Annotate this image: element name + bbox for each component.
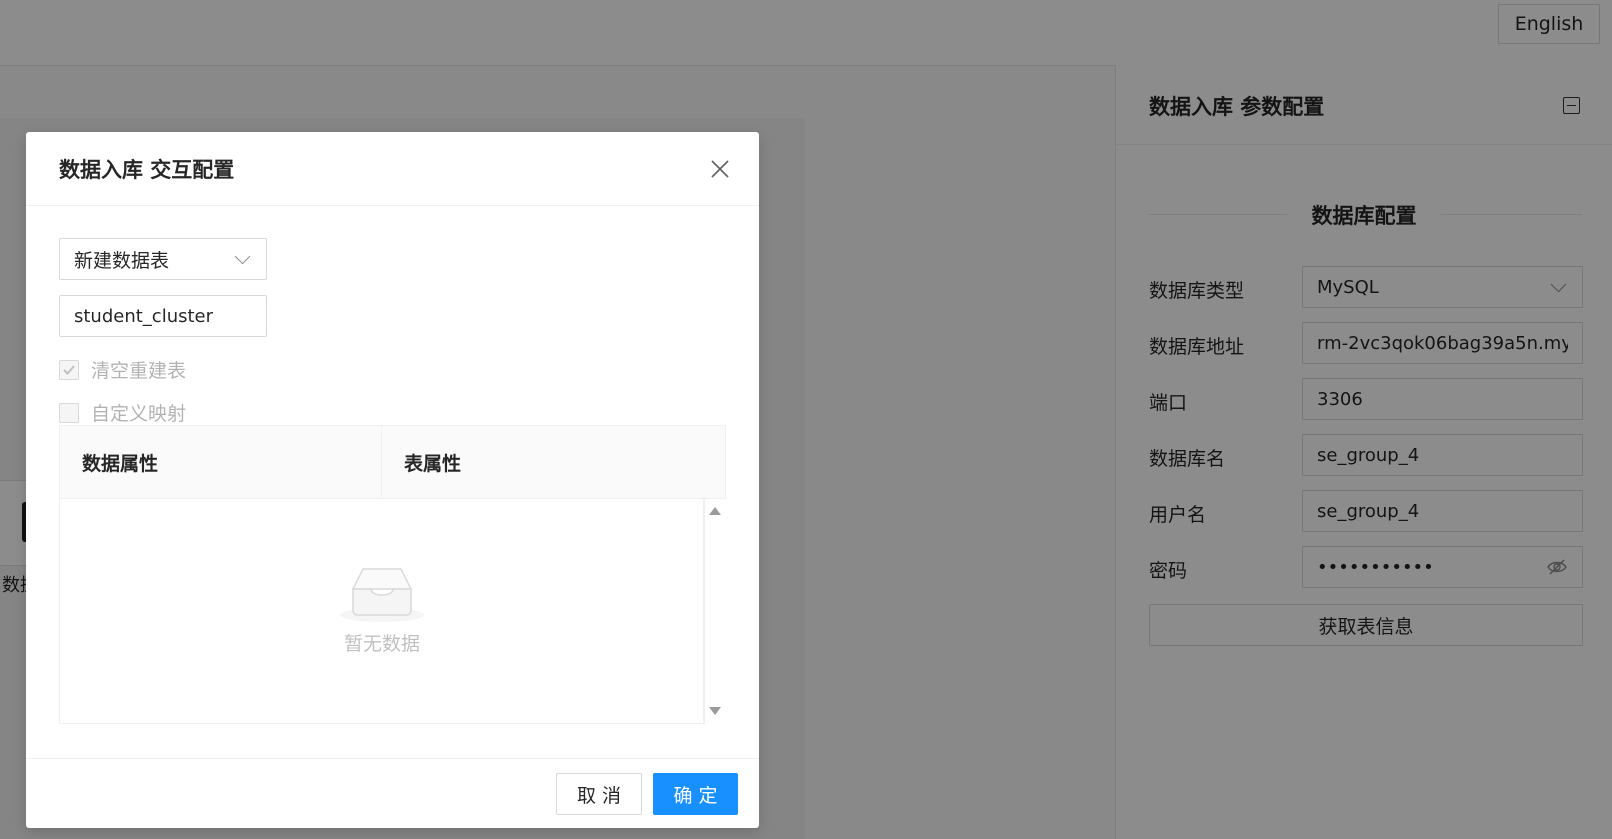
clear-rebuild-checkbox[interactable] [59,359,79,380]
custom-mapping-label: 自定义映射 [91,403,187,425]
table-scrollbar[interactable] [704,499,726,724]
ok-button[interactable]: 确 定 [653,773,738,815]
scroll-down-arrow-icon[interactable] [709,707,721,715]
column-header-table-attr: 表属性 [404,453,462,475]
table-name-value: student_cluster [74,305,214,327]
custom-mapping-checkbox[interactable] [59,402,79,423]
empty-state-text: 暂无数据 [343,633,420,655]
column-separator [381,425,382,499]
cancel-button[interactable]: 取 消 [556,773,642,815]
scroll-up-arrow-icon[interactable] [709,507,721,515]
table-mode-value: 新建数据表 [74,249,170,272]
modal-title: 数据入库 交互配置 [59,158,235,182]
table-name-input[interactable]: student_cluster [59,295,267,337]
modal-footer-divider [26,758,759,759]
clear-rebuild-checkbox-row[interactable]: 清空重建表 [59,356,186,383]
check-icon [63,364,75,375]
close-icon[interactable] [708,157,732,181]
modal-header-divider [26,205,759,206]
clear-rebuild-label: 清空重建表 [91,360,187,382]
custom-mapping-checkbox-row[interactable]: 自定义映射 [59,399,186,426]
empty-inbox-icon [340,568,424,622]
chevron-down-icon [234,248,251,264]
mapping-table-header [59,425,726,499]
table-mode-select[interactable]: 新建数据表 [59,238,267,280]
column-header-data-attr: 数据属性 [82,453,159,475]
